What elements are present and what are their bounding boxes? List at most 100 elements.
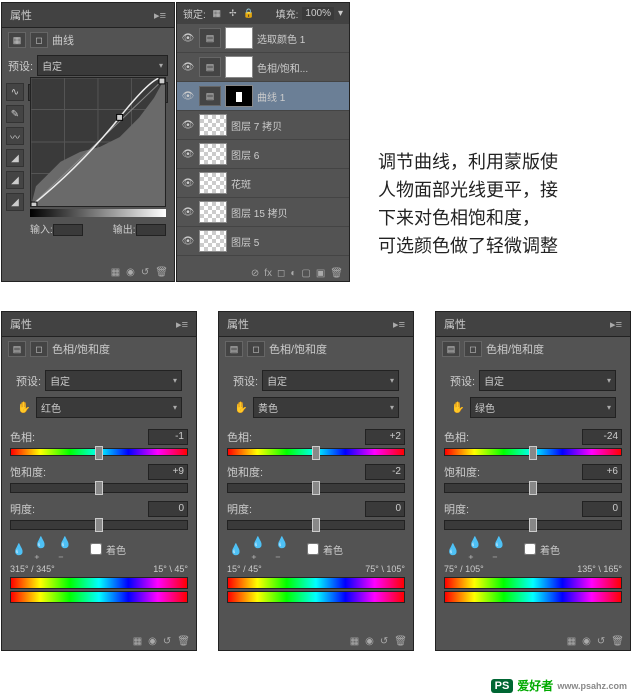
preset-dropdown[interactable]: 自定 <box>262 370 399 391</box>
range-dropdown[interactable]: 黄色 <box>253 397 399 418</box>
visibility-icon[interactable]: 👁 <box>181 120 195 131</box>
eyedrop-black[interactable]: ◢ <box>6 149 24 167</box>
color-range-bar-top[interactable] <box>227 577 405 589</box>
eyedrop-white[interactable]: ◢ <box>6 193 24 211</box>
view-prev-icon[interactable]: ◉ <box>126 267 135 278</box>
visibility-icon[interactable]: 👁 <box>181 91 195 102</box>
adj-add-icon[interactable]: ◐ <box>290 268 296 279</box>
light-value[interactable]: 0 <box>365 501 405 517</box>
colorize-checkbox[interactable]: 着色 <box>90 542 126 557</box>
menu-icon[interactable]: ▸≡ <box>393 318 405 331</box>
visibility-icon[interactable]: 👁 <box>181 62 195 73</box>
eyedrop-gray[interactable]: ◢ <box>6 171 24 189</box>
mask-icon[interactable]: ◻ <box>30 341 48 357</box>
layer-mask[interactable] <box>225 27 253 49</box>
color-range-bar-bottom[interactable] <box>227 591 405 603</box>
input-field[interactable] <box>53 224 83 236</box>
slider-thumb[interactable] <box>95 446 103 460</box>
lock-position-icon[interactable]: ✢ <box>226 7 240 21</box>
trash-icon[interactable]: 🗑 <box>330 268 343 279</box>
range-dropdown[interactable]: 红色 <box>36 397 182 418</box>
colorize-checkbox[interactable]: 着色 <box>524 542 560 557</box>
clip-icon[interactable]: ▦ <box>350 636 359 647</box>
color-range-bar-bottom[interactable] <box>444 591 622 603</box>
clip-icon[interactable]: ▦ <box>111 267 120 278</box>
slider-thumb[interactable] <box>312 481 320 495</box>
hand-icon[interactable]: ✋ <box>450 401 466 415</box>
slider-thumb[interactable] <box>312 446 320 460</box>
eyedropper-sub-icon[interactable]: 💧₋ <box>58 540 76 558</box>
preset-dropdown[interactable]: 自定 <box>37 55 168 76</box>
fx-icon[interactable]: fx <box>264 268 272 279</box>
view-prev-icon[interactable]: ◉ <box>582 636 591 647</box>
colorize-input[interactable] <box>307 543 319 555</box>
light-slider[interactable] <box>10 520 188 530</box>
color-range-bar-bottom[interactable] <box>10 591 188 603</box>
light-value[interactable]: 0 <box>582 501 622 517</box>
layer-mask[interactable] <box>225 85 253 107</box>
lock-all-icon[interactable]: 🔒 <box>242 7 256 21</box>
trash-icon[interactable]: 🗑 <box>155 267 168 278</box>
layer-row[interactable]: 👁图层 6 <box>177 140 349 169</box>
visibility-icon[interactable]: 👁 <box>181 33 195 44</box>
output-field[interactable] <box>136 224 166 236</box>
range-dropdown[interactable]: 绿色 <box>470 397 616 418</box>
layer-row[interactable]: 👁图层 15 拷贝 <box>177 198 349 227</box>
menu-icon[interactable]: ▸≡ <box>176 318 188 331</box>
hue-slider[interactable] <box>444 448 622 456</box>
slider-thumb[interactable] <box>529 518 537 532</box>
sat-value[interactable]: -2 <box>365 464 405 480</box>
trash-icon[interactable]: 🗑 <box>394 636 407 647</box>
eyedropper-add-icon[interactable]: 💧₊ <box>34 540 52 558</box>
lock-pixels-icon[interactable]: ▦ <box>210 7 224 21</box>
trash-icon[interactable]: 🗑 <box>177 636 190 647</box>
light-slider[interactable] <box>444 520 622 530</box>
preset-dropdown[interactable]: 自定 <box>45 370 182 391</box>
view-prev-icon[interactable]: ◉ <box>365 636 374 647</box>
light-slider[interactable] <box>227 520 405 530</box>
layer-row[interactable]: 👁花斑 <box>177 169 349 198</box>
visibility-icon[interactable]: 👁 <box>181 178 195 189</box>
sat-slider[interactable] <box>227 483 405 493</box>
menu-icon[interactable]: ▸≡ <box>610 318 622 331</box>
slider-thumb[interactable] <box>312 518 320 532</box>
link-icon[interactable]: ⊘ <box>251 268 259 279</box>
eyedropper-icon[interactable]: 💧 <box>10 540 28 558</box>
clip-icon[interactable]: ▦ <box>567 636 576 647</box>
eyedropper-add-icon[interactable]: 💧₊ <box>251 540 269 558</box>
layer-row[interactable]: 👁图层 5 <box>177 227 349 256</box>
sat-slider[interactable] <box>444 483 622 493</box>
colorize-input[interactable] <box>524 543 536 555</box>
visibility-icon[interactable]: 👁 <box>181 149 195 160</box>
color-range-bar-top[interactable] <box>10 577 188 589</box>
mask-add-icon[interactable]: ◻ <box>277 268 285 279</box>
view-prev-icon[interactable]: ◉ <box>148 636 157 647</box>
slider-thumb[interactable] <box>529 481 537 495</box>
visibility-icon[interactable]: 👁 <box>181 207 195 218</box>
fill-value[interactable]: 100% <box>302 7 334 20</box>
sat-slider[interactable] <box>10 483 188 493</box>
layer-row[interactable]: 👁图层 7 拷贝 <box>177 111 349 140</box>
slider-thumb[interactable] <box>95 518 103 532</box>
mask-icon[interactable]: ◻ <box>247 341 265 357</box>
slider-thumb[interactable] <box>95 481 103 495</box>
group-icon[interactable]: ▢ <box>301 268 310 279</box>
smooth-tool[interactable]: 〰 <box>6 127 24 145</box>
hand-icon[interactable]: ✋ <box>233 401 249 415</box>
eyedropper-sub-icon[interactable]: 💧₋ <box>492 540 510 558</box>
chevron-down-icon[interactable]: ▾ <box>338 8 343 19</box>
reset-icon[interactable]: ↺ <box>380 636 388 647</box>
mask-icon[interactable]: ◻ <box>464 341 482 357</box>
layer-row[interactable]: 👁▤色相/饱和... <box>177 53 349 82</box>
sat-value[interactable]: +6 <box>582 464 622 480</box>
eyedropper-sub-icon[interactable]: 💧₋ <box>275 540 293 558</box>
hue-value[interactable]: -1 <box>148 429 188 445</box>
menu-icon[interactable]: ▸≡ <box>154 9 166 22</box>
point-tool[interactable]: ∿ <box>6 83 24 101</box>
clip-icon[interactable]: ▦ <box>133 636 142 647</box>
light-value[interactable]: 0 <box>148 501 188 517</box>
hue-value[interactable]: -24 <box>582 429 622 445</box>
eyedropper-icon[interactable]: 💧 <box>444 540 462 558</box>
layer-row[interactable]: 👁▤选取颜色 1 <box>177 24 349 53</box>
colorize-checkbox[interactable]: 着色 <box>307 542 343 557</box>
